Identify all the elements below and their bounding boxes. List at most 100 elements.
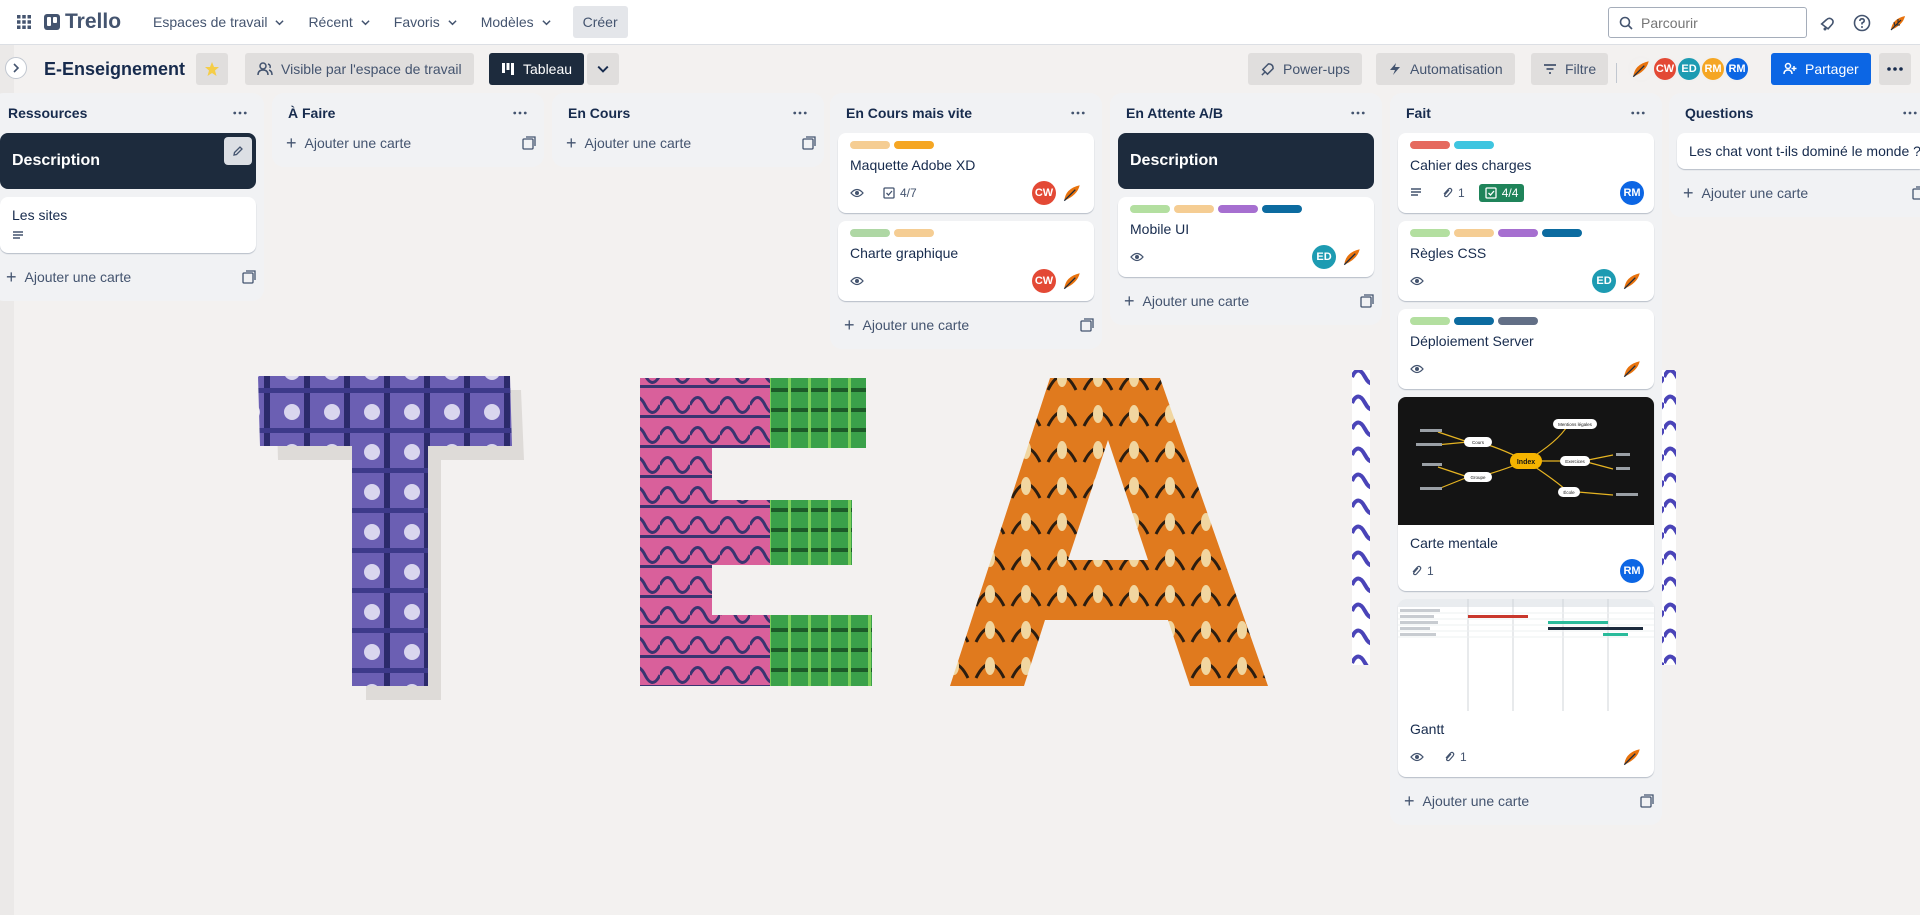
card-label[interactable] xyxy=(1130,205,1170,213)
card[interactable]: Charte graphique CW xyxy=(838,221,1094,301)
add-card-button[interactable]: + Ajouter une carte xyxy=(1390,785,1662,817)
automation-button[interactable]: Automatisation xyxy=(1376,53,1515,85)
list-menu-button[interactable] xyxy=(228,101,252,125)
card[interactable]: Index Cours Groupe Exercices École Menti… xyxy=(1398,397,1654,591)
edit-card-button[interactable] xyxy=(224,137,252,165)
member-avatar[interactable] xyxy=(1620,745,1644,769)
add-card-button[interactable]: + Ajouter une carte xyxy=(0,261,264,293)
card[interactable]: Règles CSS ED xyxy=(1398,221,1654,301)
list-title[interactable]: En Cours mais vite xyxy=(846,105,972,121)
chevron-down-icon xyxy=(275,19,285,25)
card[interactable]: Mobile UI ED xyxy=(1118,197,1374,277)
board-view-button[interactable]: Tableau xyxy=(489,53,585,85)
card[interactable]: Les sites xyxy=(0,197,256,253)
member-avatar[interactable]: RM xyxy=(1724,56,1750,82)
account-avatar[interactable] xyxy=(1887,12,1909,34)
card-label[interactable] xyxy=(1454,317,1494,325)
card-label[interactable] xyxy=(1454,141,1494,149)
add-card-button[interactable]: + Ajouter une carte xyxy=(1669,177,1920,209)
member-avatar[interactable]: ED xyxy=(1312,245,1336,269)
trello-icon xyxy=(44,14,60,30)
powerups-button[interactable]: Power-ups xyxy=(1248,53,1362,85)
list-menu-button[interactable] xyxy=(1898,101,1920,125)
list-menu-button[interactable] xyxy=(1346,101,1370,125)
member-avatar[interactable]: RM xyxy=(1700,56,1726,82)
workspaces-menu[interactable]: Espaces de travail xyxy=(143,6,294,38)
card-label[interactable] xyxy=(850,141,890,149)
member-avatar[interactable]: RM xyxy=(1620,181,1644,205)
member-avatar[interactable]: ED xyxy=(1592,269,1616,293)
card-label[interactable] xyxy=(894,229,934,237)
card-label[interactable] xyxy=(1498,229,1538,237)
star-board-button[interactable] xyxy=(196,53,228,85)
card-label[interactable] xyxy=(1410,317,1450,325)
list-menu-button[interactable] xyxy=(788,101,812,125)
card-cover-description[interactable]: Description xyxy=(0,133,256,189)
card[interactable]: Déploiement Server xyxy=(1398,309,1654,389)
member-avatar[interactable] xyxy=(1628,56,1654,82)
member-avatar[interactable]: CW xyxy=(1032,181,1056,205)
list-menu-button[interactable] xyxy=(508,101,532,125)
card[interactable]: Maquette Adobe XD 4/7 CW xyxy=(838,133,1094,213)
add-card-button[interactable]: + Ajouter une carte xyxy=(1110,285,1382,317)
list-title[interactable]: Questions xyxy=(1685,105,1753,121)
member-avatar[interactable] xyxy=(1620,357,1644,381)
member-avatar[interactable] xyxy=(1620,269,1644,293)
member-avatar[interactable]: RM xyxy=(1620,559,1644,583)
list-title[interactable]: À Faire xyxy=(288,105,335,121)
search-box[interactable] xyxy=(1608,7,1807,38)
board-menu-button[interactable] xyxy=(1879,53,1911,85)
list-fait[interactable]: Fait Cahier des charges 1 4/4 RM Règles … xyxy=(1390,93,1662,825)
list-title[interactable]: En Attente A/B xyxy=(1126,105,1223,121)
card-label[interactable] xyxy=(1262,205,1302,213)
card-label[interactable] xyxy=(1218,205,1258,213)
card-label[interactable] xyxy=(1410,229,1450,237)
filter-button[interactable]: Filtre xyxy=(1531,53,1609,85)
member-avatar[interactable] xyxy=(1060,181,1084,205)
sidebar-expand-button[interactable] xyxy=(5,57,27,79)
list-en-cours-mais-vite[interactable]: En Cours mais vite Maquette Adobe XD 4/7… xyxy=(830,93,1102,349)
list-title[interactable]: Fait xyxy=(1406,105,1431,121)
list-a-faire[interactable]: À Faire + Ajouter une carte xyxy=(272,93,544,167)
templates-menu[interactable]: Modèles xyxy=(471,6,561,38)
card-label[interactable] xyxy=(1542,229,1582,237)
search-input[interactable] xyxy=(1641,14,1791,31)
list-en-cours[interactable]: En Cours + Ajouter une carte xyxy=(552,93,824,167)
list-en-attente-ab[interactable]: En Attente A/B Description Mobile UI ED … xyxy=(1110,93,1382,325)
card-label[interactable] xyxy=(894,141,934,149)
card-label[interactable] xyxy=(1410,141,1450,149)
member-avatar[interactable]: CW xyxy=(1652,56,1678,82)
card[interactable]: Les chat vont t-ils dominé le monde ? xyxy=(1677,133,1920,169)
create-button[interactable]: Créer xyxy=(572,6,628,38)
card[interactable]: Gantt 1 xyxy=(1398,599,1654,777)
card-cover-description[interactable]: Description xyxy=(1118,133,1374,189)
card-label[interactable] xyxy=(1174,205,1214,213)
list-menu-button[interactable] xyxy=(1626,101,1650,125)
recent-menu[interactable]: Récent xyxy=(298,6,379,38)
member-avatar[interactable]: CW xyxy=(1032,269,1056,293)
trello-logo[interactable]: Trello xyxy=(40,10,129,34)
list-ressources[interactable]: Ressources Description Les sites + Ajoute… xyxy=(0,93,264,301)
board-title[interactable]: E-Enseignement xyxy=(44,53,185,85)
views-dropdown-button[interactable] xyxy=(587,53,619,85)
member-avatar[interactable] xyxy=(1340,245,1364,269)
list-title[interactable]: Ressources xyxy=(8,105,87,121)
member-avatar[interactable]: ED xyxy=(1676,56,1702,82)
favorites-menu[interactable]: Favoris xyxy=(384,6,467,38)
member-avatar[interactable] xyxy=(1060,269,1084,293)
card-label[interactable] xyxy=(1498,317,1538,325)
visibility-button[interactable]: Visible par l'espace de travail xyxy=(245,53,474,85)
list-title[interactable]: En Cours xyxy=(568,105,630,121)
add-card-button[interactable]: + Ajouter une carte xyxy=(830,309,1102,341)
list-menu-button[interactable] xyxy=(1066,101,1090,125)
add-card-button[interactable]: + Ajouter une carte xyxy=(552,127,824,159)
help-button[interactable] xyxy=(1851,12,1873,34)
share-button[interactable]: Partager xyxy=(1771,53,1871,85)
notifications-button[interactable] xyxy=(1817,12,1839,34)
card-label[interactable] xyxy=(1454,229,1494,237)
card[interactable]: Cahier des charges 1 4/4 RM xyxy=(1398,133,1654,213)
card-label[interactable] xyxy=(850,229,890,237)
list-questions[interactable]: Questions Les chat vont t-ils dominé le … xyxy=(1669,93,1920,217)
app-switcher-button[interactable] xyxy=(8,6,40,38)
add-card-button[interactable]: + Ajouter une carte xyxy=(272,127,544,159)
